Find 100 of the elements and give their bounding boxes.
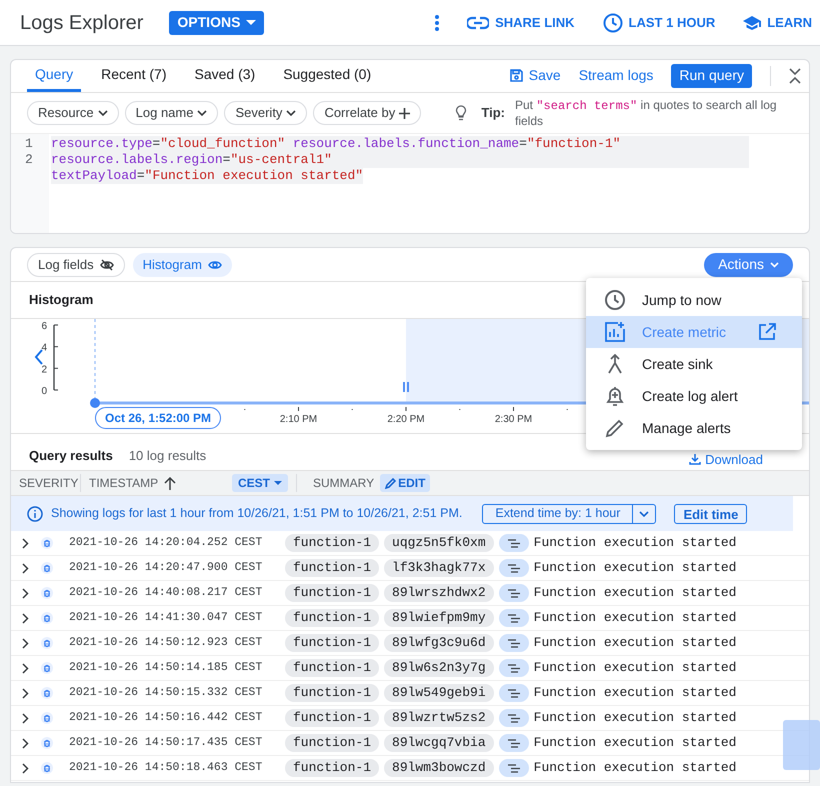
summary-cell-text: Function execution started [534, 659, 736, 678]
function-name-chip[interactable]: function-1 [285, 709, 380, 727]
lines-icon[interactable] [498, 684, 529, 702]
debug-severity-icon [41, 762, 53, 774]
query-tab[interactable]: Saved (3) [186, 60, 264, 92]
y-tick-label: 0 [41, 386, 47, 397]
expand-icon[interactable] [21, 762, 29, 774]
filter-chip[interactable]: Correlate by [313, 101, 422, 125]
x-tick-label: 2:10 PM [280, 414, 318, 425]
lines-icon[interactable] [498, 584, 529, 602]
execution-id-chip[interactable]: 89lwm3bowczd [384, 759, 494, 777]
edit-summary-button[interactable]: EDIT [380, 474, 430, 492]
filter-chip[interactable]: Resource [27, 101, 119, 125]
expand-icon[interactable] [21, 688, 29, 698]
lines-icon[interactable] [498, 559, 529, 577]
banner-text: Showing logs for last 1 hour from 10/26/21, 1:51 PM to 10/26/21, 2:51 PM. [51, 505, 462, 522]
run-query-button[interactable]: Run query [671, 64, 752, 88]
download-button[interactable]: Download [689, 450, 763, 469]
execution-id-chip[interactable]: 89lw549geb9i [384, 684, 494, 702]
lines-icon[interactable] [498, 709, 529, 727]
save-button[interactable]: Save [510, 65, 561, 86]
expand-icon[interactable] [21, 538, 29, 548]
extend-time-dropdown[interactable]: Extend time by: 1 hour [482, 504, 656, 524]
summary-cell-text: Function execution started [534, 734, 736, 752]
filter-chip[interactable]: Severity [224, 101, 308, 125]
edit-time-button[interactable]: Edit time [674, 504, 748, 524]
lines-icon[interactable] [498, 759, 529, 777]
more-menu-icon[interactable] [435, 14, 440, 30]
function-name-chip[interactable]: function-1 [285, 759, 380, 777]
chevron-down-icon [770, 262, 779, 268]
query-editor[interactable]: 1 2 resource.type="cloud_function" resource.labels.function_name="function-1" resource.labels.region="us-central1" textPayload="Function execution started" [11, 133, 809, 233]
function-name-chip[interactable]: function-1 [285, 609, 380, 627]
histogram-title: Histogram [29, 291, 94, 310]
debug-severity-icon [41, 537, 53, 549]
query-tab[interactable]: Recent (7) [93, 60, 174, 92]
start-time-label: Oct 26, 1:52:00 PM [95, 407, 222, 429]
expand-icon[interactable] [21, 612, 29, 624]
function-name-chip[interactable]: function-1 [285, 584, 380, 602]
function-name-chip[interactable]: function-1 [285, 634, 380, 652]
link-icon [467, 16, 490, 30]
page-title: Logs Explorer [20, 10, 144, 36]
lines-icon[interactable] [498, 534, 529, 552]
scroll-handle[interactable] [783, 720, 820, 770]
summary-cell-text: Function execution started [534, 534, 736, 552]
summary-cell-text: Function execution started [534, 609, 736, 628]
summary-cell-text: Function execution started [534, 709, 736, 728]
y-tick-label: 4 [41, 342, 47, 354]
header-action-button[interactable]: SHARE LINK [467, 12, 575, 32]
filter-chip[interactable]: Log name [124, 101, 218, 125]
timestamp-cell-text: 2021-10-26 14:50:15.332 CEST [68, 685, 264, 702]
expand-icon[interactable] [21, 638, 29, 648]
execution-id-chip[interactable]: 89lwiefpm9my [384, 609, 494, 627]
line-number: 1 [25, 136, 34, 152]
chevron-left-icon[interactable] [34, 349, 43, 365]
bell-plus-icon [604, 385, 626, 407]
caret-icon [274, 481, 282, 485]
expand-icon[interactable] [21, 562, 29, 574]
menu-item[interactable]: Create log alert [586, 380, 802, 412]
external-link-icon[interactable] [758, 323, 776, 341]
stream-logs-button[interactable]: Stream logs [578, 65, 654, 86]
query-tab[interactable]: Suggested (0) [275, 60, 380, 92]
chart-plus-icon [604, 321, 626, 343]
timezone-button[interactable]: CEST [232, 474, 288, 492]
expand-icon[interactable] [21, 662, 29, 674]
menu-item[interactable]: Jump to now [586, 284, 802, 316]
execution-id-chip[interactable]: 89lwzrtw5zs2 [384, 709, 494, 727]
lines-icon[interactable] [498, 659, 529, 677]
function-name-chip[interactable]: function-1 [285, 534, 380, 552]
function-name-chip[interactable]: function-1 [285, 659, 380, 677]
options-button[interactable]: OPTIONS [169, 10, 264, 34]
execution-id-chip[interactable]: lf3k3hagk77x [384, 559, 494, 577]
function-name-chip[interactable]: function-1 [285, 734, 380, 752]
header-action-button[interactable]: LAST 1 HOUR [602, 12, 716, 32]
header-action-button[interactable]: LEARN [743, 12, 812, 32]
lines-icon[interactable] [498, 734, 529, 752]
actions-button[interactable]: Actions [704, 252, 793, 276]
start-handle[interactable] [90, 398, 100, 408]
execution-id-chip[interactable]: 89lwfg3c9u6d [384, 634, 494, 652]
expand-icon[interactable] [21, 738, 29, 748]
summary-cell-text: Function execution started [534, 584, 736, 602]
menu-item[interactable]: Create sink [586, 348, 802, 380]
timestamp-cell-text: 2021-10-26 14:50:17.435 CEST [68, 735, 264, 752]
lines-icon[interactable] [498, 634, 529, 652]
plus-icon [399, 108, 410, 118]
execution-id-chip[interactable]: 89lwcgq7vbia [384, 734, 494, 752]
function-name-chip[interactable]: function-1 [285, 684, 380, 702]
lines-icon[interactable] [498, 609, 529, 627]
view-toggle[interactable]: Histogram [132, 252, 232, 276]
function-name-chip[interactable]: function-1 [285, 559, 380, 577]
expand-icon[interactable] [21, 588, 29, 598]
expand-icon[interactable] [21, 712, 29, 724]
collapse-icon[interactable] [789, 68, 801, 84]
execution-id-chip[interactable]: uqgz5n5fk0xm [384, 534, 494, 552]
query-tab[interactable]: Query [27, 60, 82, 92]
execution-id-chip[interactable]: 89lwrszhdwx2 [384, 584, 494, 602]
column-header[interactable]: TIMESTAMP [89, 474, 176, 492]
menu-item[interactable]: Manage alerts [586, 412, 802, 444]
view-toggle[interactable]: Log fields [27, 252, 125, 276]
debug-severity-icon [41, 562, 53, 574]
execution-id-chip[interactable]: 89lw6s2n3y7g [384, 659, 494, 677]
